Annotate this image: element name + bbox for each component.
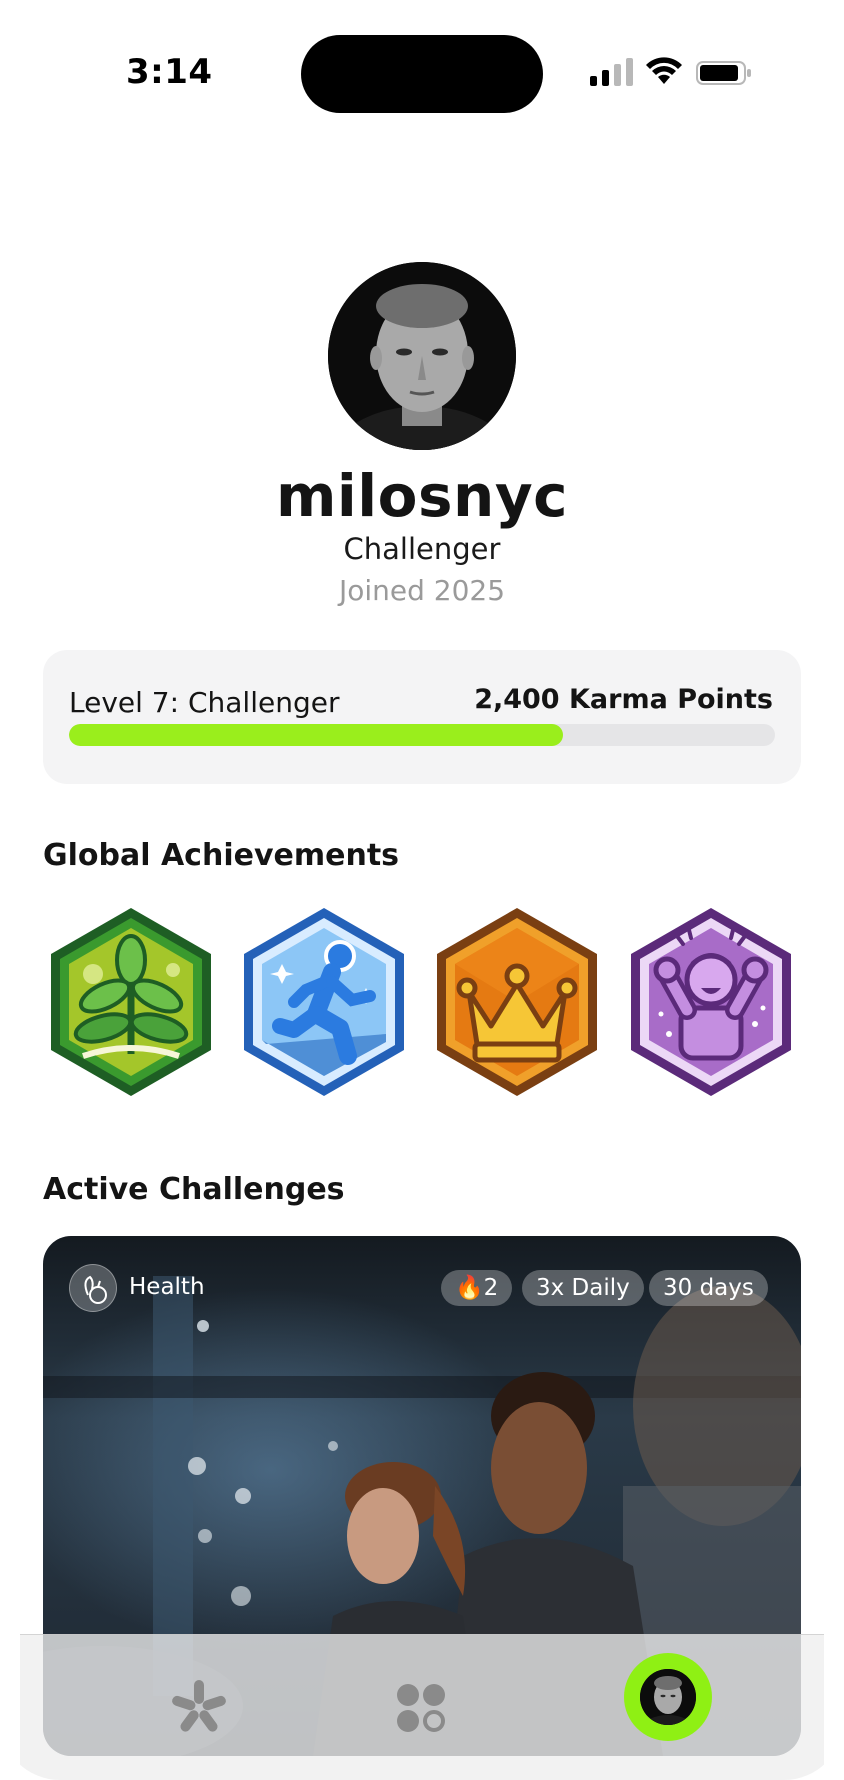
sprout-badge-icon[interactable]	[43, 904, 219, 1100]
nav-explore-button[interactable]	[378, 1665, 464, 1751]
nav-home-button[interactable]	[156, 1665, 242, 1751]
level-progress-bar	[69, 724, 775, 746]
home-icon	[172, 1680, 226, 1732]
cellular-signal-icon	[590, 58, 633, 86]
health-icon	[69, 1264, 117, 1312]
joined-date: Joined 2025	[338, 574, 506, 607]
karma-points: 2,400 Karma Points	[474, 684, 773, 715]
battery-icon	[696, 61, 751, 85]
active-challenges-title: Active Challenges	[43, 1172, 345, 1207]
level-progress-fill	[69, 724, 564, 746]
streak-badge: 🔥2	[441, 1270, 513, 1306]
status-time: 3:14	[126, 52, 213, 92]
level-label: Level 7: Challenger	[69, 686, 340, 719]
profile-avatar[interactable]	[328, 262, 516, 450]
rank-title: Challenger	[343, 532, 501, 566]
challenge-category: Health	[129, 1274, 205, 1300]
runner-badge-icon[interactable]	[236, 904, 412, 1100]
profile-avatar-small	[640, 1669, 696, 1725]
duration-tag: 30 days	[649, 1270, 768, 1306]
crown-badge-icon[interactable]	[429, 904, 605, 1100]
nav-profile-button[interactable]	[624, 1653, 712, 1741]
app-screen: 3:14 milosnyc Challenger Joined 2025 Lev…	[0, 0, 844, 1780]
status-bar: 3:14	[0, 0, 844, 150]
level-card: Level 7: Challenger 2,400 Karma Points	[43, 650, 801, 784]
cheering-person-badge-icon[interactable]	[623, 904, 799, 1100]
username: milosnyc	[275, 462, 569, 530]
achievements-list	[43, 904, 801, 1100]
explore-icon	[397, 1684, 445, 1732]
dynamic-island	[301, 35, 543, 113]
wifi-icon	[646, 57, 682, 84]
achievements-title: Global Achievements	[43, 838, 400, 873]
bottom-nav	[20, 1634, 824, 1780]
frequency-tag: 3x Daily	[522, 1270, 644, 1306]
